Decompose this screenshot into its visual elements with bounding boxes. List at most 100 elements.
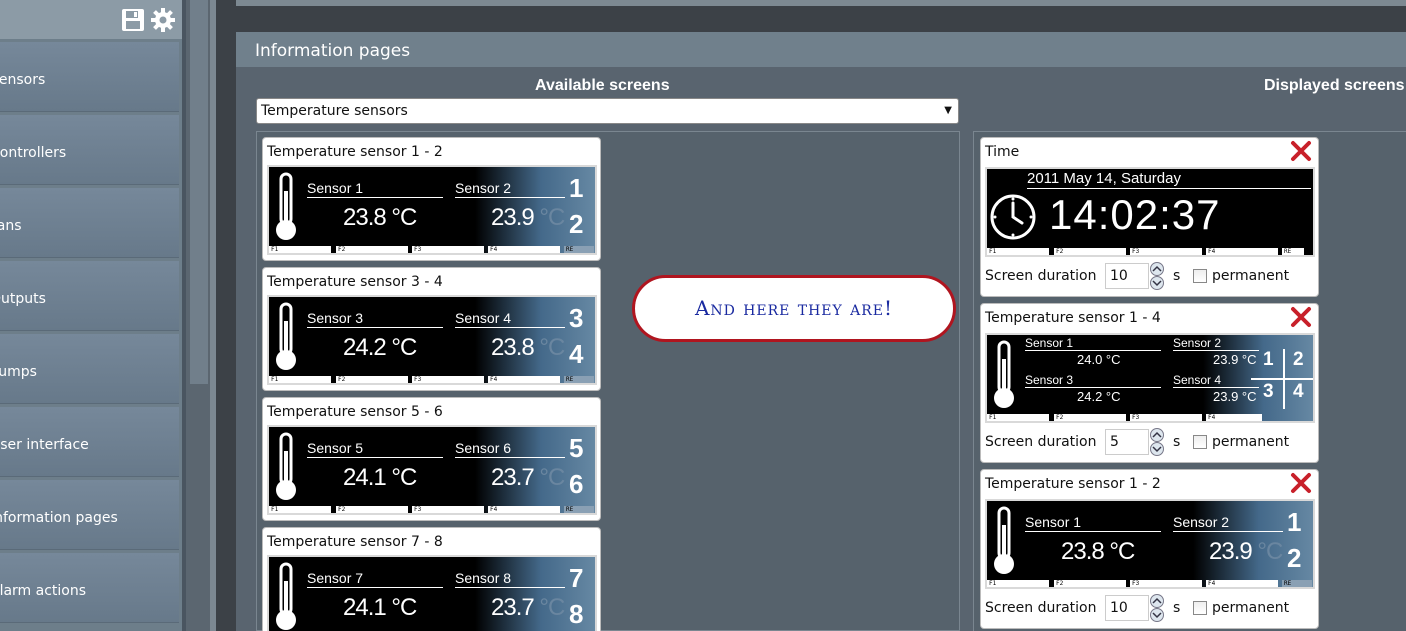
page-number: 5: [569, 433, 584, 463]
underline: [1025, 350, 1161, 351]
available-screen-card[interactable]: Temperature sensor 5 - 6 Sensor 5 Sensor…: [262, 397, 601, 521]
function-key: RE: [1282, 580, 1312, 587]
function-key: F1: [987, 414, 1049, 421]
function-key: F2: [336, 506, 408, 513]
function-key: F3: [1130, 248, 1202, 255]
sidebar-item-sensors[interactable]: Sensors: [0, 42, 179, 112]
sidebar-item-label: Information pages: [0, 510, 118, 526]
underline: [1025, 531, 1161, 532]
duration-label: Screen duration: [985, 434, 1097, 450]
duration-input[interactable]: 10: [1105, 263, 1149, 289]
lcd-preview: 2011 May 14, Saturday 14:02:37 F1 F2 F3 …: [985, 167, 1315, 257]
duration-spinner[interactable]: [1147, 262, 1167, 290]
page-number: 8: [569, 599, 584, 629]
sensor-value-group: 23.7 °C: [491, 464, 565, 492]
page-number: 1: [1287, 507, 1302, 537]
sidebar-item-user-interface[interactable]: User interface: [0, 407, 179, 477]
close-icon[interactable]: [1290, 306, 1312, 328]
function-key: RE: [564, 246, 594, 253]
duration-label: Screen duration: [985, 600, 1097, 616]
sensor-label: Sensor 4: [1173, 373, 1222, 387]
duration-input[interactable]: 5: [1105, 429, 1149, 455]
underline: [307, 457, 443, 458]
sensor-value-group: 23.8 °C: [491, 334, 565, 362]
underline: [1025, 387, 1161, 388]
sensor-label: Sensor 3: [1025, 373, 1074, 387]
sensor-value: 23.8 °C: [1061, 538, 1135, 565]
lcd-preview: Sensor 7 Sensor 8 24.1 °C 23.7 °C 7 8: [267, 555, 597, 631]
sidebar-item-controllers[interactable]: Controllers: [0, 115, 179, 185]
page-number: 3: [569, 303, 584, 333]
function-key: F4: [1206, 248, 1278, 255]
underline: [1027, 188, 1311, 189]
sidebar-item-outputs[interactable]: Outputs: [0, 261, 179, 331]
thermometer-icon: [276, 172, 296, 240]
unit-label: °C: [539, 204, 565, 231]
available-screen-card[interactable]: Temperature sensor 3 - 4 Sensor 3 Sensor…: [262, 267, 601, 391]
save-icon[interactable]: [121, 8, 145, 32]
available-screen-card[interactable]: Temperature sensor 1 - 2 Sensor 1 Sensor…: [262, 137, 601, 261]
gear-icon[interactable]: [150, 7, 176, 33]
screen-category-select[interactable]: Temperature sensors ▼: [256, 98, 959, 124]
page-number: 3: [1263, 381, 1274, 402]
sensor-value: 23.9 °C: [1213, 389, 1257, 404]
callout-text: And here they are!: [694, 296, 894, 320]
displayed-screen-card[interactable]: Time 2011 May 14, Saturday 14:02:37 F1 F…: [980, 137, 1319, 297]
card-title: Temperature sensor 1 - 2: [985, 476, 1161, 492]
permanent-checkbox[interactable]: [1193, 601, 1207, 615]
permanent-checkbox[interactable]: [1193, 435, 1207, 449]
underline: [307, 197, 443, 198]
function-key: F4: [488, 506, 560, 513]
function-key: F4: [488, 246, 560, 253]
function-key: F2: [1054, 248, 1126, 255]
function-key: F3: [412, 376, 484, 383]
seconds-label: s: [1173, 268, 1181, 284]
lcd-preview: Sensor 1 Sensor 2 24.0 °C 23.9 °C Sensor…: [985, 333, 1315, 423]
unit-label: °C: [539, 464, 565, 491]
sidebar-item-alarm-actions[interactable]: Alarm actions: [0, 553, 179, 623]
panel-title: Information pages: [236, 32, 1406, 67]
date-text: 2011 May 14, Saturday: [1027, 170, 1181, 187]
underline: [307, 327, 443, 328]
duration-input[interactable]: 10: [1105, 595, 1149, 621]
sensor-label: Sensor 2: [1173, 336, 1222, 350]
thermometer-icon: [276, 302, 296, 370]
thermometer-icon: [276, 562, 296, 630]
sensor-label: Sensor 2: [1173, 514, 1230, 530]
sensor-value: 23.8 °C: [343, 204, 417, 231]
sidebar-item-label: Controllers: [0, 145, 67, 161]
sensor-label: Sensor 1: [1025, 514, 1082, 530]
sidebar-header: [0, 0, 182, 39]
card-title: Temperature sensor 5 - 6: [267, 404, 443, 420]
duration-spinner[interactable]: [1147, 428, 1167, 456]
sensor-value: 23.9: [1209, 538, 1253, 565]
underline: [1173, 350, 1259, 351]
sidebar-item-label: Sensors: [0, 72, 46, 88]
page-number: 4: [1293, 381, 1304, 402]
sidebar-scrollbar-thumb[interactable]: [190, 0, 208, 384]
available-screen-card[interactable]: Temperature sensor 7 - 8 Sensor 7 Sensor…: [262, 527, 601, 631]
underline: [455, 327, 565, 328]
underline: [455, 197, 565, 198]
function-key: F2: [336, 246, 408, 253]
sensor-label: Sensor 2: [455, 180, 512, 196]
sidebar-item-information-pages[interactable]: Information pages: [0, 480, 179, 550]
sidebar-item-pumps[interactable]: Pumps: [0, 334, 179, 404]
page-number: 1: [569, 173, 584, 203]
page-number: 7: [569, 563, 584, 593]
displayed-screen-card[interactable]: Temperature sensor 1 - 2 Sensor 1 Sensor…: [980, 469, 1319, 629]
underline: [1173, 531, 1283, 532]
close-icon[interactable]: [1290, 472, 1312, 494]
sensor-label: Sensor 1: [307, 180, 364, 196]
function-key: F3: [412, 246, 484, 253]
duration-spinner[interactable]: [1147, 594, 1167, 622]
seconds-label: s: [1173, 600, 1181, 616]
sidebar-item-fans[interactable]: Fans: [0, 188, 179, 258]
permanent-checkbox[interactable]: [1193, 269, 1207, 283]
sensor-label: Sensor 5: [307, 440, 364, 456]
permanent-label: permanent: [1212, 268, 1290, 284]
close-icon[interactable]: [1290, 140, 1312, 162]
displayed-screen-card[interactable]: Temperature sensor 1 - 4 Sensor 1 Sensor…: [980, 303, 1319, 463]
lcd-preview: Sensor 3 Sensor 4 24.2 °C 23.8 °C 3 4 F1…: [267, 295, 597, 385]
function-key: F2: [1054, 580, 1126, 587]
